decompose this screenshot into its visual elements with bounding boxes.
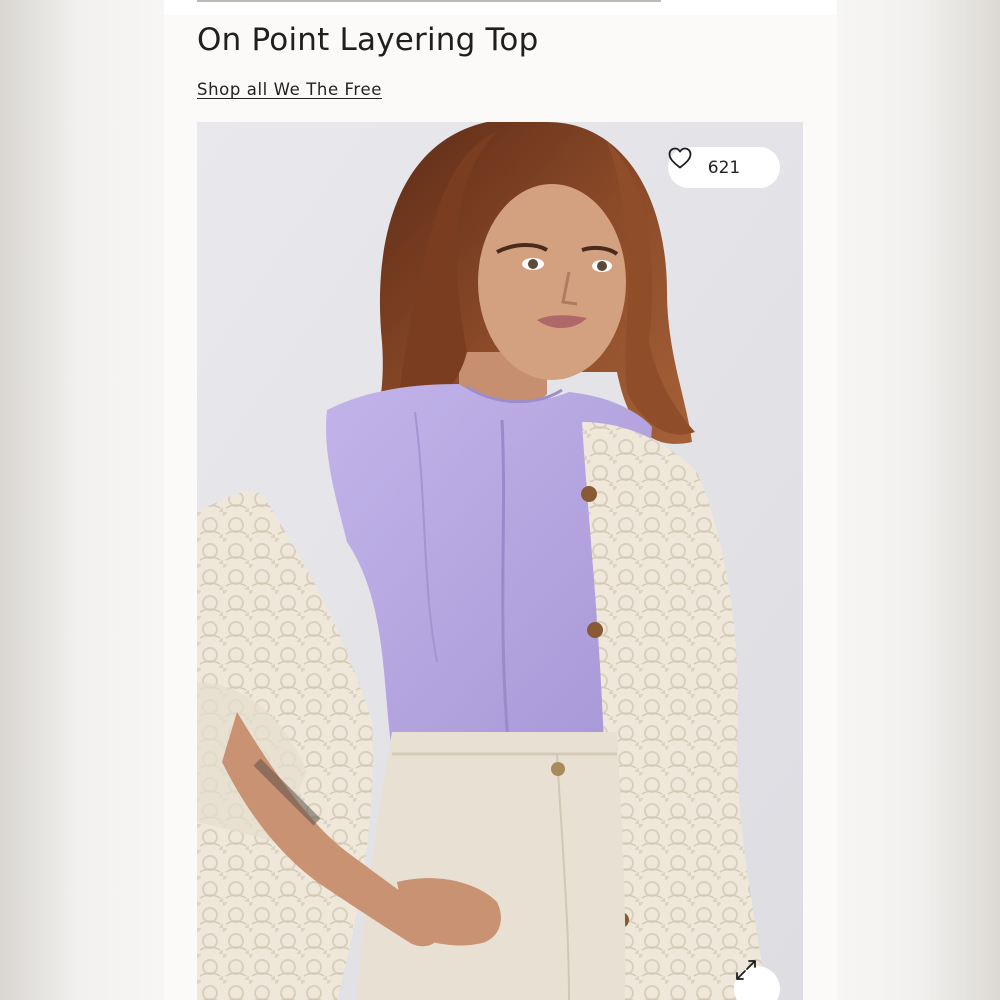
favorite-count: 621 [707,157,741,178]
favorite-button[interactable]: 621 [668,147,780,188]
product-page: On Point Layering Top Shop all We The Fr… [164,0,837,1000]
heart-outline-icon [668,147,692,169]
header-divider [197,0,661,2]
shop-brand-link[interactable]: Shop all We The Free [197,80,382,99]
product-image[interactable]: 621 [197,122,803,1000]
expand-arrows-icon [736,960,756,980]
product-title: On Point Layering Top [197,22,539,58]
header-strip [164,0,837,15]
model-photo-illustration [197,122,803,1000]
